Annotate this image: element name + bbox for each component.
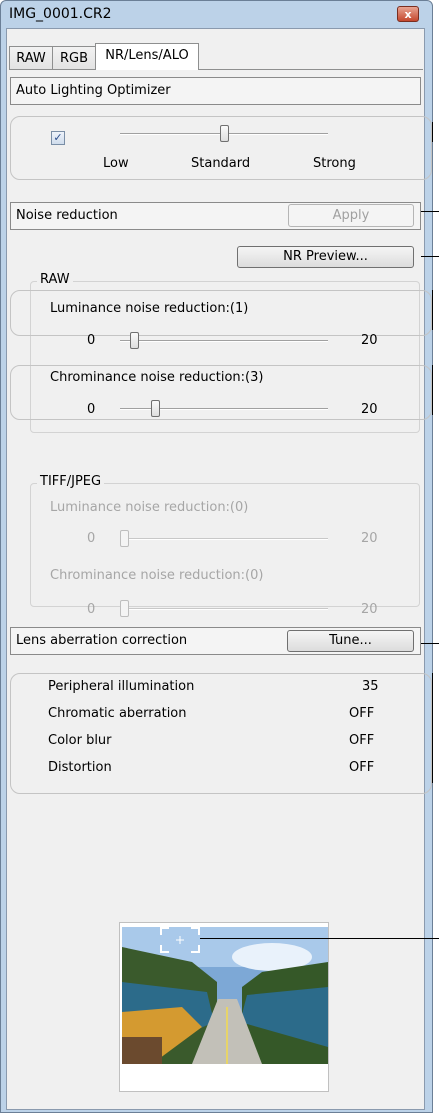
navigator-focus-box[interactable] xyxy=(160,927,200,953)
tune-button-label: Tune... xyxy=(329,633,372,648)
tiff-chrominance-max: 20 xyxy=(361,602,378,617)
callout-leader-chrominance xyxy=(432,365,433,415)
raw-chrominance-min: 0 xyxy=(87,402,96,417)
callout-leader-navigator xyxy=(200,938,439,939)
alo-low-label: Low xyxy=(103,156,129,171)
lens-item-value: OFF xyxy=(349,760,375,775)
tiff-chrominance-thumb xyxy=(120,600,129,617)
lens-item-label: Chromatic aberration xyxy=(48,706,187,721)
raw-luminance-track[interactable] xyxy=(120,340,328,342)
callout-leader-apply xyxy=(421,211,439,212)
raw-luminance-thumb[interactable] xyxy=(130,332,140,349)
tiff-luminance-thumb xyxy=(120,530,129,547)
lens-item-label: Color blur xyxy=(48,733,112,748)
lens-item-distortion: Distortion OFF xyxy=(48,760,378,775)
raw-chrominance-max: 20 xyxy=(361,402,378,417)
tune-button[interactable]: Tune... xyxy=(287,630,414,652)
thumbnail-photo xyxy=(122,927,328,1064)
title-bar[interactable]: IMG_0001.CR2 x xyxy=(1,1,432,27)
lens-item-value: OFF xyxy=(349,706,375,721)
lens-item-label: Distortion xyxy=(48,760,112,775)
lens-item-peripheral: Peripheral illumination 35 xyxy=(48,679,379,694)
alo-header-label: Auto Lighting Optimizer xyxy=(16,83,171,98)
tiff-chrominance-track xyxy=(120,608,328,610)
callout-leader-nr-preview xyxy=(421,256,439,257)
raw-chrominance-label: Chrominance noise reduction:(3) xyxy=(50,370,264,385)
raw-chrominance-thumb[interactable] xyxy=(150,400,160,417)
apply-button-label: Apply xyxy=(332,208,370,223)
tiff-chrominance-label: Chrominance noise reduction:(0) xyxy=(50,568,264,583)
callout-leader-tune xyxy=(421,643,439,644)
raw-luminance-label: Luminance noise reduction:(1) xyxy=(50,301,249,316)
nr-preview-button-label: NR Preview... xyxy=(283,249,368,264)
alo-strong-label: Strong xyxy=(313,156,356,171)
close-icon: x xyxy=(404,8,412,21)
raw-luminance-min: 0 xyxy=(87,333,96,348)
tiff-chrominance-min: 0 xyxy=(87,602,96,617)
alo-standard-label: Standard xyxy=(191,156,251,171)
nr-preview-button[interactable]: NR Preview... xyxy=(237,246,414,268)
tiff-group-label: TIFF/JPEG xyxy=(37,474,105,489)
navigator-thumbnail[interactable] xyxy=(122,927,328,1064)
callout-leader-alo xyxy=(432,122,433,142)
tab-raw-label: RAW xyxy=(16,51,46,66)
tab-rgb-label: RGB xyxy=(59,51,89,66)
alo-checkbox[interactable]: ✓ xyxy=(51,131,65,145)
tiff-luminance-label: Luminance noise reduction:(0) xyxy=(50,500,249,515)
lens-item-chromatic: Chromatic aberration OFF xyxy=(48,706,378,721)
alo-header: Auto Lighting Optimizer xyxy=(10,77,421,105)
apply-button[interactable]: Apply xyxy=(288,204,414,227)
alo-slider-thumb[interactable] xyxy=(220,125,229,142)
lens-item-value: 35 xyxy=(362,679,379,694)
tiff-luminance-min: 0 xyxy=(87,531,96,546)
tab-nr-lens-alo[interactable]: NR/Lens/ALO xyxy=(95,43,199,70)
noise-reduction-header-label: Noise reduction xyxy=(16,208,118,223)
tab-nr-lens-alo-label: NR/Lens/ALO xyxy=(105,48,189,63)
close-button[interactable]: x xyxy=(397,6,419,22)
lens-item-label: Peripheral illumination xyxy=(48,679,195,694)
checkmark-icon: ✓ xyxy=(53,131,63,144)
raw-group-label: RAW xyxy=(37,272,73,287)
tab-page-divider xyxy=(9,69,423,70)
tab-raw[interactable]: RAW xyxy=(9,46,53,70)
tiff-luminance-track xyxy=(120,538,328,540)
lens-correction-header-label: Lens aberration correction xyxy=(16,633,188,648)
lens-item-color-blur: Color blur OFF xyxy=(48,733,378,748)
tiff-luminance-max: 20 xyxy=(361,531,378,546)
callout-leader-lens-items xyxy=(432,673,433,783)
callout-leader-luminance xyxy=(432,290,433,330)
raw-luminance-max: 20 xyxy=(361,333,378,348)
tab-rgb[interactable]: RGB xyxy=(52,46,96,70)
window-title: IMG_0001.CR2 xyxy=(9,6,112,22)
lens-item-value: OFF xyxy=(349,733,375,748)
crosshair-icon xyxy=(160,927,200,953)
